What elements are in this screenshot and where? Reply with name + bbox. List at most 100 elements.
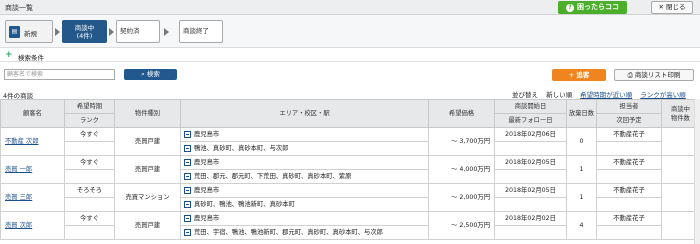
step-current-count: (4件) bbox=[76, 32, 93, 40]
next-plan-cell bbox=[596, 225, 662, 240]
rank-cell bbox=[64, 141, 115, 156]
start-date-cell: 2018年02月05日 bbox=[494, 183, 567, 198]
home-icon: ▤ bbox=[9, 26, 20, 38]
add-customer-button[interactable]: + 追客 bbox=[552, 69, 606, 81]
staff-cell: 不動産花子 bbox=[596, 211, 662, 226]
city-cell: 鹿児島市 bbox=[180, 155, 429, 170]
rank-cell bbox=[64, 225, 115, 240]
step-in-negotiation[interactable]: 商談中 (4件) bbox=[62, 20, 107, 43]
step-new[interactable]: ▤ 新規 bbox=[5, 20, 53, 43]
col-price: 希望価格 bbox=[428, 99, 495, 128]
latest-follow-cell bbox=[494, 225, 567, 240]
area-tag-icon bbox=[184, 144, 191, 152]
print-list-button[interactable]: ⎙ 商談リスト印刷 bbox=[614, 69, 694, 81]
followups-cell: 1 bbox=[566, 155, 597, 184]
status-steps: ▤ 新規 商談中 (4件) 契約済 商談終了 bbox=[0, 15, 700, 48]
timing-cell: 今すぐ bbox=[64, 127, 115, 142]
search-conditions-toggle[interactable]: + 検索条件 bbox=[0, 49, 700, 62]
step-ended[interactable]: 商談終了 bbox=[179, 20, 223, 43]
step-contracted[interactable]: 契約済 bbox=[116, 20, 160, 43]
chevron-right-icon bbox=[109, 28, 114, 36]
col-start: 商談開始日 bbox=[494, 99, 567, 114]
timing-cell: そろそろ bbox=[64, 183, 115, 198]
deals-table: 顧客名 希望時期 物件種別 エリア・校区・駅 希望価格 商談開始日 放棄日数 担… bbox=[0, 99, 700, 240]
city-text: 鹿児島市 bbox=[194, 159, 220, 166]
timing-cell: 今すぐ bbox=[64, 155, 115, 170]
sort-options: 並び替え 新しい順 希望時期が近い順 ランクが高い順 bbox=[512, 89, 692, 99]
table-row: 不動産 次郎 今すぐ 売買戸建 鹿児島市 ～ 3,700万円 2018年02月06日 0 不動… bbox=[0, 127, 700, 156]
customer-name-link[interactable]: 売買 一郎 bbox=[0, 155, 65, 184]
close-label: 閉じる bbox=[666, 3, 686, 11]
price-cell: ～ 3,700万円 bbox=[428, 127, 495, 156]
start-date-cell: 2018年02月02日 bbox=[494, 211, 567, 226]
next-plan-cell bbox=[596, 169, 662, 184]
area-tag-icon bbox=[184, 200, 191, 208]
type-cell: 売買マンション bbox=[114, 183, 181, 212]
staff-cell: 不動産花子 bbox=[596, 127, 662, 142]
close-button[interactable]: ✕ 閉じる bbox=[651, 1, 693, 14]
latest-follow-cell bbox=[494, 141, 567, 156]
staff-cell: 不動産花子 bbox=[596, 183, 662, 198]
help-button[interactable]: ? 困ったらココ bbox=[558, 1, 627, 14]
print-label: 商談リスト印刷 bbox=[634, 71, 681, 79]
area-tag-icon bbox=[184, 158, 191, 166]
customer-name-link[interactable]: 不動産 次郎 bbox=[0, 127, 65, 156]
step-contracted-label: 契約済 bbox=[120, 27, 140, 35]
col-name[interactable]: 顧客名 bbox=[0, 99, 65, 128]
col-type: 物件種別 bbox=[114, 99, 181, 128]
title-bar: 商談一覧 ? 困ったらココ ✕ 閉じる bbox=[0, 0, 700, 15]
area-text: 鴨池、真砂町、真砂本町、与次郎 bbox=[194, 145, 289, 152]
help-icon: ? bbox=[566, 4, 574, 12]
type-cell: 売買戸建 bbox=[114, 127, 181, 156]
sort-newest[interactable]: 新しい順 bbox=[546, 91, 572, 99]
step-new-label: 新規 bbox=[24, 30, 37, 38]
search-conditions-label: 検索条件 bbox=[18, 54, 44, 62]
step-ended-label: 商談終了 bbox=[183, 27, 209, 35]
search-button[interactable]: ⌕ 検索 bbox=[124, 69, 177, 80]
type-cell: 売買戸建 bbox=[114, 155, 181, 184]
followups-cell: 1 bbox=[566, 183, 597, 212]
table-row: 売買 次郎 今すぐ 売買戸建 鹿児島市 ～ 2,500万円 2018年02月02日 4 不動産… bbox=[0, 211, 700, 240]
customer-name-link[interactable]: 売買 三郎 bbox=[0, 183, 65, 212]
step-current-label: 商談中 bbox=[74, 24, 95, 32]
table-row: 売買 三郎 そろそろ 売買マンション 鹿児島市 ～ 2,000万円 2018年02月05日… bbox=[0, 183, 700, 212]
area-cell: 荒田、郡元、郡元町、下荒田、真砂町、真砂本町、紫原 bbox=[180, 169, 429, 184]
area-tag-icon bbox=[184, 172, 191, 180]
area-cell: 荒田、宇宿、鴨池、鴨池新町、郡元町、真砂町、真砂本町、与次郎 bbox=[180, 225, 429, 240]
rank-cell bbox=[64, 197, 115, 212]
sort-rank[interactable]: ランクが高い順 bbox=[640, 91, 686, 99]
col-timing[interactable]: 希望時期 bbox=[64, 99, 115, 114]
area-cell: 鴨池、真砂町、真砂本町、与次郎 bbox=[180, 141, 429, 156]
search-input[interactable]: 顧客名で検索 bbox=[4, 69, 115, 80]
followups-cell: 4 bbox=[566, 211, 597, 240]
print-icon: ⎙ bbox=[627, 71, 635, 79]
page-title: 商談一覧 bbox=[5, 4, 33, 12]
price-cell: ～ 4,000万円 bbox=[428, 155, 495, 184]
type-cell: 売買戸建 bbox=[114, 211, 181, 240]
col-staff: 担当者 bbox=[596, 99, 662, 114]
staff-cell: 不動産花子 bbox=[596, 155, 662, 170]
col-next-plan: 次回予定 bbox=[596, 113, 662, 128]
col-rank[interactable]: ランク bbox=[64, 113, 115, 128]
area-cell: 真砂町、鴨池、鴨池新町、真砂本町 bbox=[180, 197, 429, 212]
city-text: 鹿児島市 bbox=[194, 187, 220, 194]
add-label: 追客 bbox=[576, 71, 590, 79]
timing-cell: 今すぐ bbox=[64, 211, 115, 226]
start-date-cell: 2018年02月06日 bbox=[494, 127, 567, 142]
scrollbar[interactable] bbox=[694, 99, 700, 244]
area-tag-icon bbox=[184, 228, 191, 236]
sort-timing[interactable]: 希望時期が近い順 bbox=[580, 91, 632, 99]
close-icon: ✕ bbox=[658, 3, 666, 11]
price-cell: ～ 2,000万円 bbox=[428, 183, 495, 212]
col-followups: 放棄日数 bbox=[566, 99, 597, 128]
area-tag-icon bbox=[184, 130, 191, 138]
table-row: 売買 一郎 今すぐ 売買戸建 鹿児島市 ～ 4,000万円 2018年02月05日 1 不動産… bbox=[0, 155, 700, 184]
area-tag-icon bbox=[184, 214, 191, 222]
customer-name-link[interactable]: 売買 次郎 bbox=[0, 211, 65, 240]
chevron-right-icon bbox=[55, 28, 60, 36]
followups-cell: 0 bbox=[566, 127, 597, 156]
city-text: 鹿児島市 bbox=[194, 215, 220, 222]
city-cell: 鹿児島市 bbox=[180, 127, 429, 142]
next-plan-cell bbox=[596, 141, 662, 156]
price-cell: ～ 2,500万円 bbox=[428, 211, 495, 240]
